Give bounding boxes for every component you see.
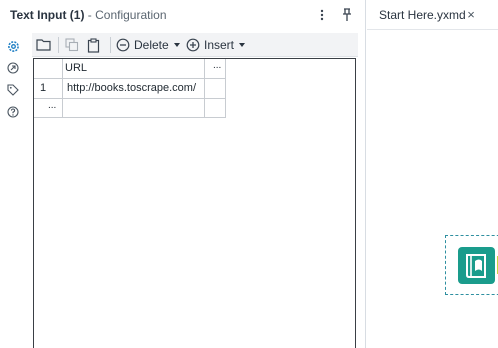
more-options-button[interactable]	[314, 6, 330, 24]
copy-icon	[65, 38, 79, 52]
delete-dropdown-caret	[173, 43, 180, 47]
url-cell[interactable]: http://books.toscrape.com/	[67, 82, 196, 94]
panel-title-subtitle: - Configuration	[87, 8, 167, 22]
insert-dropdown-caret	[239, 43, 246, 47]
pin-icon	[343, 8, 351, 21]
grid-line	[34, 98, 226, 99]
toolbar-separator	[58, 37, 59, 53]
folder-open-icon	[36, 39, 51, 51]
new-row-marker[interactable]: ...	[48, 100, 56, 111]
grid-line	[225, 59, 226, 117]
text-input-grid: URL ... 1 http://books.toscrape.com/ ...	[33, 58, 356, 348]
help-icon	[7, 106, 19, 118]
config-side-rail	[0, 34, 26, 348]
toolbar-separator	[110, 37, 111, 53]
clipboard-icon	[87, 37, 100, 53]
workflow-canvas[interactable]	[367, 31, 498, 348]
configuration-panel: Text Input (1) - Configuration Delete In…	[0, 0, 366, 348]
panel-header: Text Input (1) - Configuration	[0, 0, 366, 30]
minus-circle-icon	[116, 38, 130, 52]
pin-button[interactable]	[339, 6, 355, 24]
workflow-tab-label: Start Here.yxmd	[379, 8, 466, 22]
grid-line	[34, 78, 226, 79]
add-column-button[interactable]: ...	[213, 60, 221, 71]
annotation-tab-button[interactable]	[5, 60, 21, 76]
column-header-url[interactable]: URL	[65, 62, 87, 74]
book-tool-icon	[458, 247, 495, 284]
paste-button[interactable]	[87, 36, 100, 54]
text-input-tool-node[interactable]	[445, 235, 498, 295]
tag-icon	[7, 84, 19, 96]
row-number: 1	[40, 82, 47, 94]
copy-button[interactable]	[65, 36, 79, 54]
panel-title-tool: Text Input (1)	[10, 8, 85, 22]
delete-label: Delete	[134, 38, 169, 52]
gear-icon	[7, 40, 19, 52]
workflow-tab[interactable]: Start Here.yxmd ×	[367, 0, 498, 30]
panel-title: Text Input (1) - Configuration	[10, 8, 167, 22]
grid-toolbar: Delete Insert	[32, 33, 358, 57]
close-icon[interactable]: ×	[464, 7, 478, 23]
help-tab-button[interactable]	[5, 104, 21, 120]
grid-line	[204, 59, 205, 117]
configuration-tab-button[interactable]	[5, 38, 21, 54]
open-file-button[interactable]	[36, 36, 52, 54]
plus-circle-icon	[186, 38, 200, 52]
arrow-circle-icon	[7, 62, 19, 74]
tags-tab-button[interactable]	[5, 82, 21, 98]
more-vertical-icon	[320, 9, 324, 21]
insert-label: Insert	[204, 38, 235, 52]
grid-line	[62, 59, 63, 117]
delete-button[interactable]: Delete	[116, 36, 180, 54]
insert-button[interactable]: Insert	[186, 36, 246, 54]
grid-line	[34, 117, 226, 118]
